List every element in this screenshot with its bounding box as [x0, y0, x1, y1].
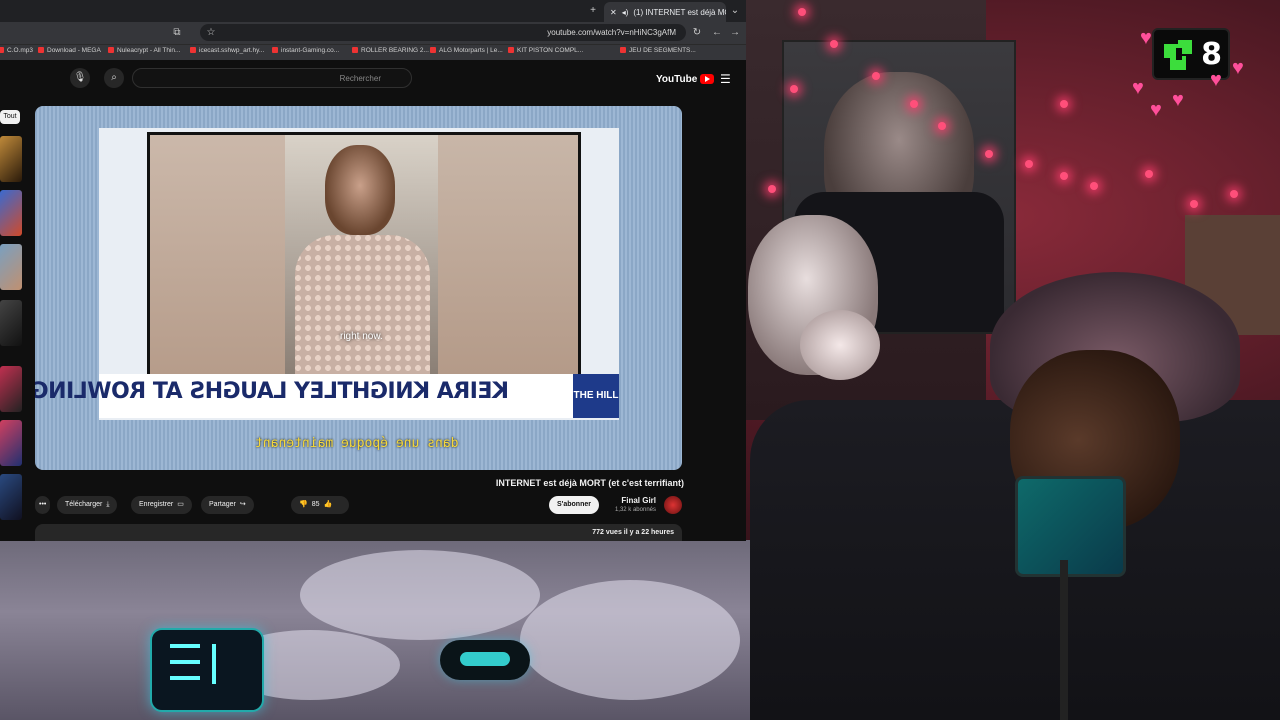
recommended-thumbnail[interactable] — [0, 136, 22, 182]
mic-icon[interactable]: 🎙 — [70, 68, 90, 88]
channel-name[interactable]: Final Girl — [621, 496, 656, 505]
mic-arm — [1060, 560, 1068, 720]
menu-icon[interactable]: ☰ — [720, 72, 731, 86]
glowing-pad — [440, 640, 530, 680]
bookmark-star-icon[interactable]: ☆ — [204, 26, 218, 40]
blurred-panel — [150, 135, 285, 377]
bookmark-item[interactable]: Download - MEGA — [38, 47, 101, 54]
recommended-thumbnail[interactable] — [0, 244, 22, 290]
search-input[interactable]: Rechercher — [132, 68, 412, 88]
like-icon[interactable]: 👍 — [324, 496, 333, 514]
recommended-thumbnail[interactable] — [0, 300, 22, 346]
tab-bar: ⌄ ✕ ◂) (1) INTERNET est déjà MO + — [0, 0, 746, 22]
description-box[interactable]: 772 vues il y a 22 heures — [35, 524, 682, 541]
recommended-thumbnail[interactable] — [0, 366, 22, 412]
recommended-thumbnail[interactable] — [0, 420, 22, 466]
recommended-thumbnail[interactable] — [0, 190, 22, 236]
reload-icon[interactable]: ↻ — [690, 26, 704, 40]
close-icon[interactable]: ✕ — [610, 8, 617, 17]
bookmark-item[interactable]: Nuleacrypt - All Thin... — [108, 47, 180, 54]
chevron-down-icon[interactable]: ⌄ — [728, 4, 742, 18]
heart-icon: ♥ — [1140, 27, 1152, 49]
subscribe-button[interactable]: S'abonner — [549, 496, 599, 514]
avatar[interactable] — [664, 496, 682, 514]
bookmark-item[interactable]: icecast.sshwp_art.hy... — [190, 47, 264, 54]
bookmark-item[interactable]: C.O.mp3 — [0, 47, 33, 54]
search-icon[interactable]: ⌕ — [104, 68, 124, 88]
video-title: INTERNET est déjà MORT (et c'est terrifi… — [495, 478, 684, 488]
dislike-icon[interactable]: 👎 — [299, 496, 308, 514]
tab-title: (1) INTERNET est déjà MO — [633, 7, 726, 17]
phone-device — [1015, 476, 1126, 577]
new-tab-button[interactable]: + — [586, 4, 600, 18]
glowing-mouse — [150, 628, 264, 712]
browser-window: ⌄ ✕ ◂) (1) INTERNET est déjà MO + → ← ↻ … — [0, 0, 746, 541]
save-button[interactable]: Enregistrer ▭ — [131, 496, 192, 514]
puzzle-logo-icon — [1164, 40, 1192, 70]
forward-icon[interactable]: ← — [710, 26, 724, 40]
more-button[interactable]: ••• — [35, 496, 51, 514]
heart-icon: ♥ — [1172, 89, 1184, 111]
badge-number: 8 — [1201, 36, 1222, 72]
bookmark-item[interactable]: instant-Gaming.co... — [272, 47, 339, 54]
tab-youtube[interactable]: ✕ ◂) (1) INTERNET est déjà MO — [604, 2, 726, 22]
bookmark-item[interactable]: ALG Motorparts | Le... — [430, 47, 503, 54]
clip-subtitle: right now. — [340, 331, 383, 342]
interviewee-head — [325, 145, 395, 235]
play-logo-icon — [700, 74, 715, 84]
bookmark-icon: ▭ — [177, 501, 184, 508]
share-button[interactable]: Partager ↪ — [201, 496, 254, 514]
url-field[interactable]: youtube.com/watch?v=nHiNC3gAfM — [200, 24, 686, 41]
video-player[interactable]: right now. THE HILL KEIRA KNIGHTLEY LAUG… — [35, 106, 682, 470]
recommended-thumbnail[interactable] — [0, 474, 22, 520]
bookmarks-bar: C.O.mp3 Download - MEGA Nuleacrypt - All… — [0, 44, 746, 61]
back-icon[interactable]: → — [728, 26, 742, 40]
channel-subscribers: 1,32 k abonnés — [614, 507, 656, 513]
download-icon: ⤓ — [106, 501, 110, 508]
plush-toy-small — [800, 310, 880, 380]
recommended-thumbnails — [0, 110, 22, 541]
bookmark-item[interactable]: ROLLER BEARING 2... — [352, 47, 429, 54]
youtube-header: 🎙 ⌕ Rechercher YouTube ☰ — [0, 60, 746, 96]
heart-icon: ♥ — [1150, 99, 1162, 121]
interviewee-body — [295, 235, 430, 377]
video-caption: dans une époque maintenant — [255, 436, 459, 451]
audio-icon[interactable]: ◂) — [622, 8, 629, 17]
youtube-logo[interactable]: YouTube — [656, 72, 715, 86]
bookmark-item[interactable]: KIT PISTON COMPL... — [508, 47, 583, 54]
heart-icon: ♥ — [1210, 69, 1222, 91]
download-button[interactable]: Télécharger ⤓ — [57, 496, 118, 514]
address-row: → ← ↻ youtube.com/watch?v=nHiNC3gAfM ☆ ⧉ — [0, 22, 746, 44]
heart-icon: ♥ — [1132, 77, 1144, 99]
news-logo: THE HILL — [573, 374, 619, 418]
news-clip: right now. — [147, 132, 581, 380]
video-actions-row: Final Girl 1,32 k abonnés S'abonner 👎 85… — [35, 494, 682, 518]
blurred-panel — [438, 135, 578, 377]
bookmark-item[interactable]: JEU DE SEGMENTS... — [620, 47, 696, 54]
share-icon: ↪ — [239, 501, 246, 508]
view-stats: 772 vues il y a 22 heures — [592, 529, 674, 536]
like-button[interactable]: 👎 85 👍 — [291, 496, 349, 514]
news-headline: KEIRA KNIGHTLEY LAUGHS AT ROWLING QUESTI… — [35, 379, 509, 404]
heart-icon: ♥ — [1232, 57, 1244, 79]
extensions-icon[interactable]: ⧉ — [170, 26, 184, 40]
